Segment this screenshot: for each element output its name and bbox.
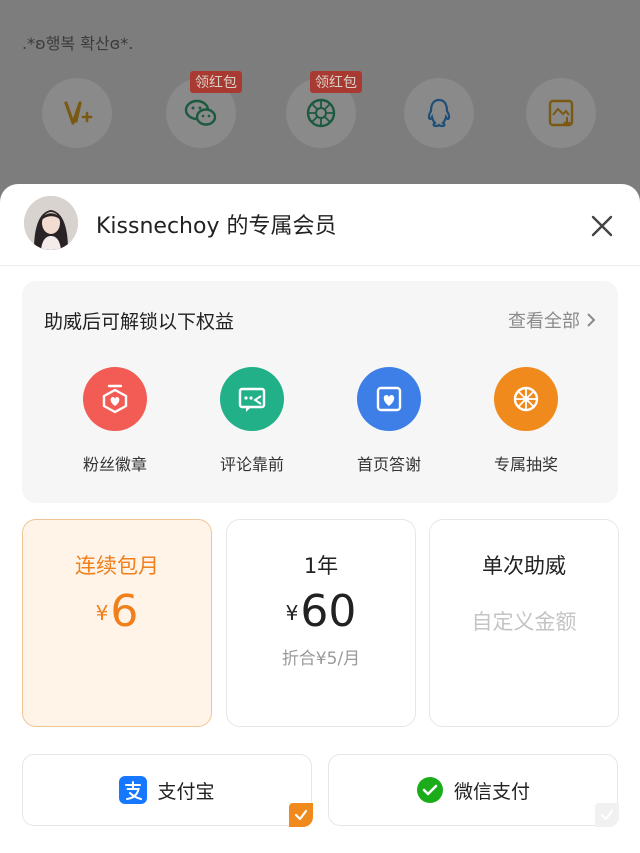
red-packet-tag: 领红包 [190, 71, 242, 93]
selected-check-icon [289, 803, 313, 827]
benefit-exclusive-lottery[interactable]: 专属抽奖 [466, 367, 586, 475]
close-button[interactable] [584, 208, 620, 244]
benefit-label: 首页答谢 [356, 455, 421, 474]
price-value: 6 [110, 586, 139, 637]
moments-icon [306, 98, 336, 128]
wechat-pay-button[interactable]: 微信支付 [328, 754, 619, 827]
qq-icon [427, 98, 451, 128]
moments-share-button[interactable]: 领红包 [286, 71, 362, 148]
avatar [24, 196, 78, 250]
plan-price: ¥6 [23, 586, 211, 637]
alipay-icon [119, 776, 148, 804]
plan-name: 1年 [303, 554, 339, 578]
currency-symbol: ¥ [285, 601, 299, 625]
plan-name: 单次助威 [482, 554, 566, 578]
save-image-button[interactable] [526, 78, 596, 148]
background-page: .*ʚ행복 확산ɞ*. 领红包 领红包 [0, 0, 640, 200]
wechat-share-button[interactable]: 领红包 [166, 71, 242, 148]
plan-yearly[interactable]: 1年 ¥60 折合¥5/月 [226, 519, 416, 727]
benefit-home-thanks[interactable]: 首页答谢 [329, 367, 449, 475]
qq-share-button[interactable] [404, 78, 474, 148]
red-packet-tag: 领红包 [310, 71, 362, 93]
plan-single-support[interactable]: 单次助威 自定义金额 [429, 519, 619, 727]
badge-icon [83, 367, 147, 431]
wechat-pay-label: 微信支付 [453, 780, 530, 803]
plan-price: ¥60 [227, 586, 415, 637]
wechat-icon [184, 99, 217, 126]
price-value: 60 [300, 586, 357, 637]
benefit-label: 专属抽奖 [493, 455, 558, 474]
view-all-link[interactable]: 查看全部 [508, 307, 596, 333]
benefit-comment-top[interactable]: 评论靠前 [192, 367, 312, 475]
sheet-title: Kissnechoy 的专属会员 [96, 214, 337, 239]
close-icon [591, 215, 613, 237]
benefits-title: 助威后可解锁以下权益 [44, 311, 235, 333]
unselected-check-icon [595, 803, 619, 827]
benefit-label: 评论靠前 [219, 455, 284, 474]
vlog-share-button[interactable] [42, 78, 112, 148]
save-image-icon [548, 99, 574, 127]
benefit-label: 粉丝徽章 [82, 455, 147, 474]
vlog-icon [64, 101, 93, 125]
plan-monthly[interactable]: 连续包月 ¥6 [22, 519, 212, 727]
lottery-icon [494, 367, 558, 431]
chevron-right-icon [587, 313, 596, 327]
wechat-pay-icon [416, 777, 443, 803]
benefits-card: 助威后可解锁以下权益 查看全部 粉丝徽章 评论靠前 首页答谢 专属抽奖 [22, 281, 618, 503]
thanks-icon [357, 367, 421, 431]
plan-monthly-equivalent: 折合¥5/月 [281, 649, 361, 669]
comment-icon [220, 367, 284, 431]
share-row: 领红包 领红包 [0, 71, 640, 148]
alipay-button[interactable]: 支付宝 [22, 754, 313, 827]
alipay-label: 支付宝 [157, 780, 215, 803]
view-all-label: 查看全部 [508, 311, 580, 332]
sheet-header: Kissnechoy 的专属会员 [0, 184, 640, 266]
membership-sheet: Kissnechoy 的专属会员 助威后可解锁以下权益 查看全部 粉丝徽章 评论… [0, 184, 640, 853]
plan-name: 连续包月 [75, 554, 159, 578]
background-status-text: .*ʚ행복 확산ɞ*. [22, 34, 134, 53]
custom-amount-label: 自定义金额 [471, 610, 577, 634]
currency-symbol: ¥ [95, 601, 109, 625]
benefit-fan-badge[interactable]: 粉丝徽章 [55, 367, 175, 475]
